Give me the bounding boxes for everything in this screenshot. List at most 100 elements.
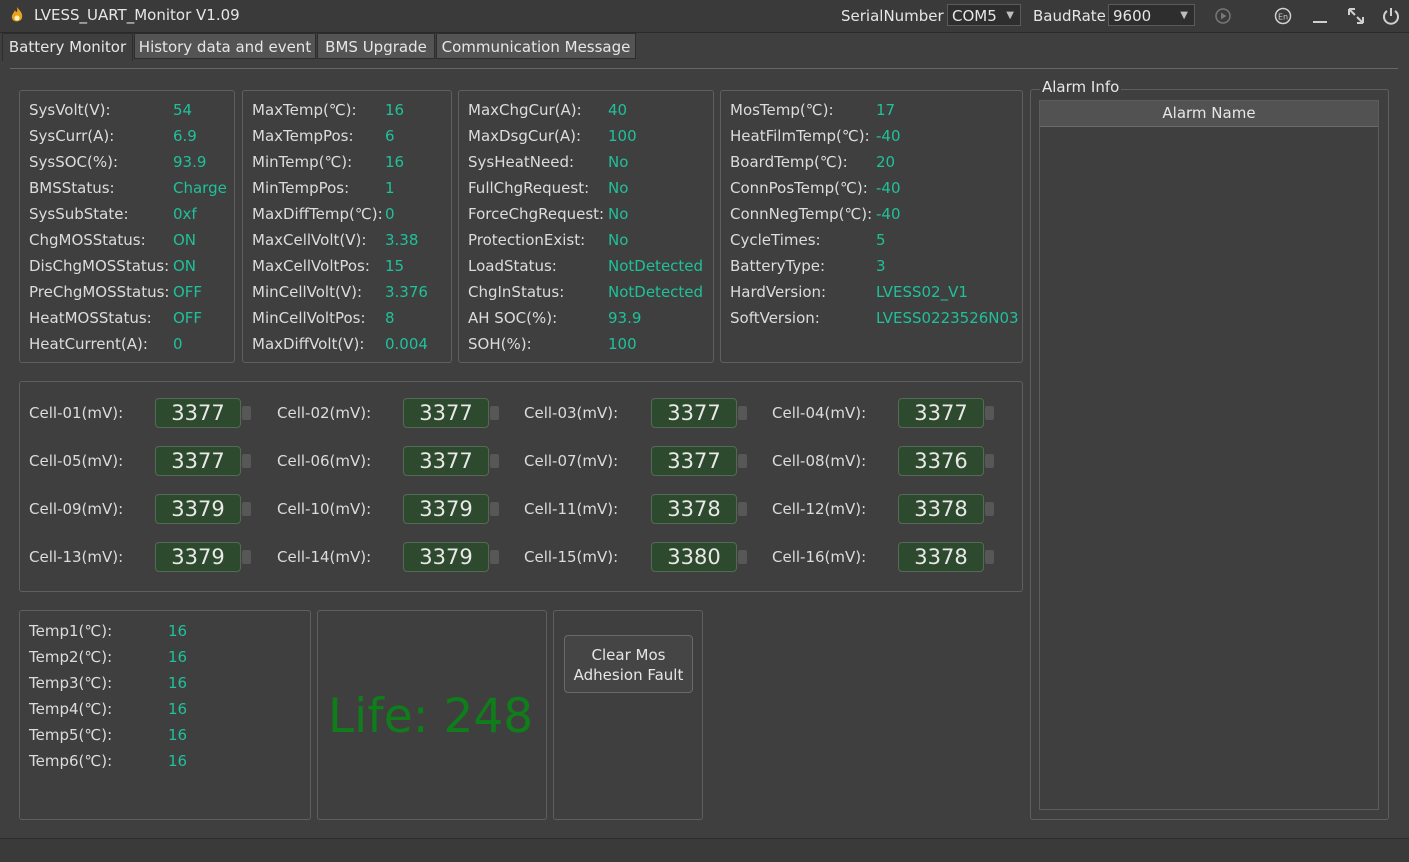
battery-terminal-icon [490, 406, 499, 420]
status-bar [0, 838, 1409, 862]
temp-sensor-panel: Temp1(℃): 16 Temp2(℃): 16 Temp3(℃): 16 Temp… [19, 610, 311, 820]
extremes-row: MaxDiffVolt(V): 0.004 [252, 335, 428, 353]
extremes-row: MaxDiffTemp(℃): 0 [252, 205, 395, 223]
tab-battery-monitor[interactable]: Battery Monitor [2, 33, 133, 61]
clear-button-line1: Clear Mos [591, 646, 666, 664]
charge-row: SysHeatNeed: No [468, 153, 629, 171]
sys-row: HeatCurrent(A): 0 [29, 335, 183, 353]
alarm-info-title: Alarm Info [1040, 78, 1122, 96]
extremes-row: MinCellVolt(V): 3.376 [252, 283, 428, 301]
battery-terminal-icon [985, 406, 994, 420]
temp-sensor-row: Temp3(℃): 16 [29, 674, 188, 692]
extremes-row: MinCellVoltPos: 8 [252, 309, 395, 327]
charge-row: ChgInStatus: NotDetected [468, 283, 704, 301]
sys-row: SysSOC(%): 93.9 [29, 153, 207, 171]
board-row: HardVersion: LVESS02_V1 [730, 283, 968, 301]
extremes-row: MinTempPos: 1 [252, 179, 395, 197]
charge-panel: MaxChgCur(A): 40 MaxDsgCur(A): 100 SysHeat… [458, 90, 714, 363]
chevron-down-icon: ▼ [1006, 10, 1014, 21]
cell-label: Cell-01(mV): [29, 404, 124, 422]
divider [10, 68, 1398, 69]
charge-row: ProtectionExist: No [468, 231, 629, 249]
system-status-panel: SysVolt(V): 54 SysCurr(A): 6.9 SysSOC(%): 9… [19, 90, 235, 363]
sys-row: ChgMOSStatus: ON [29, 231, 197, 249]
cell-voltage-display: 3377 [155, 398, 241, 428]
extremes-panel: MaxTemp(℃): 16 MaxTempPos: 6 MinTemp(℃): 16… [242, 90, 452, 363]
charge-row: FullChgRequest: No [468, 179, 629, 197]
cell-label: Cell-03(mV): [524, 404, 619, 422]
clear-mos-adhesion-fault-button[interactable]: Clear Mos Adhesion Fault [564, 635, 693, 693]
board-row: BoardTemp(℃): 20 [730, 153, 896, 171]
board-row: ConnNegTemp(℃): -40 [730, 205, 901, 223]
battery-terminal-icon [985, 502, 994, 516]
sys-row: SysSubState: 0xf [29, 205, 197, 223]
alarm-table[interactable]: Alarm Name [1039, 100, 1379, 810]
cell-label: Cell-14(mV): [277, 548, 372, 566]
cell-label: Cell-10(mV): [277, 500, 372, 518]
life-counter: Life: 248 [328, 689, 534, 744]
temp-sensor-row: Temp5(℃): 16 [29, 726, 188, 744]
tab-history-data[interactable]: History data and event [134, 33, 316, 59]
sys-row: SysCurr(A): 6.9 [29, 127, 197, 145]
battery-terminal-icon [242, 454, 251, 468]
cell-label: Cell-04(mV): [772, 404, 867, 422]
extremes-row: MaxCellVoltPos: 15 [252, 257, 405, 275]
battery-terminal-icon [490, 454, 499, 468]
maximize-icon[interactable] [1346, 6, 1366, 26]
serial-port-value: COM5 [952, 7, 997, 25]
battery-terminal-icon [490, 550, 499, 564]
cell-voltage-display: 3379 [155, 494, 241, 524]
cell-voltage-display: 3377 [898, 398, 984, 428]
cell-voltage-display: 3378 [898, 494, 984, 524]
title-bar: LVESS_UART_Monitor V1.09 SerialNumber CO… [0, 0, 1409, 33]
svg-text:En: En [1278, 13, 1288, 22]
extremes-row: MaxTempPos: 6 [252, 127, 395, 145]
board-row: SoftVersion: LVESS0223526N03 [730, 309, 1019, 327]
actions-panel: Clear Mos Adhesion Fault [553, 610, 703, 820]
cell-label: Cell-16(mV): [772, 548, 867, 566]
sys-row: SysVolt(V): 54 [29, 101, 193, 119]
battery-terminal-icon [738, 502, 747, 516]
baud-rate-value: 9600 [1113, 7, 1152, 25]
cell-label: Cell-12(mV): [772, 500, 867, 518]
charge-row: ForceChgRequest: No [468, 205, 629, 223]
board-row: HeatFilmTemp(℃): -40 [730, 127, 901, 145]
play-icon[interactable] [1213, 6, 1233, 26]
cell-voltage-display: 3376 [898, 446, 984, 476]
board-row: BatteryType: 3 [730, 257, 886, 275]
tab-communication-message[interactable]: Communication Message [436, 33, 636, 59]
battery-terminal-icon [242, 406, 251, 420]
app-title: LVESS_UART_Monitor V1.09 [34, 6, 240, 24]
alarm-name-column-header[interactable]: Alarm Name [1040, 101, 1378, 127]
board-row: CycleTimes: 5 [730, 231, 886, 249]
sys-row: DisChgMOSStatus: ON [29, 257, 197, 275]
sys-row: BMSStatus: Charge [29, 179, 227, 197]
life-panel: Life: 248 [317, 610, 547, 820]
chevron-down-icon: ▼ [1180, 10, 1188, 21]
battery-terminal-icon [738, 550, 747, 564]
battery-terminal-icon [985, 550, 994, 564]
baud-rate-select[interactable]: 9600 ▼ [1108, 4, 1195, 26]
cell-voltage-display: 3378 [898, 542, 984, 572]
temp-sensor-row: Temp2(℃): 16 [29, 648, 188, 666]
cell-voltage-display: 3377 [651, 398, 737, 428]
serial-port-select[interactable]: COM5 ▼ [947, 4, 1021, 26]
cell-voltage-display: 3377 [651, 446, 737, 476]
tab-bar: Battery Monitor History data and event B… [0, 33, 1409, 61]
cell-voltage-display: 3379 [155, 542, 241, 572]
cell-voltage-display: 3378 [651, 494, 737, 524]
battery-terminal-icon [738, 406, 747, 420]
temp-sensor-row: Temp6(℃): 16 [29, 752, 188, 770]
cell-voltage-display: 3380 [651, 542, 737, 572]
power-icon[interactable] [1381, 6, 1401, 26]
tab-bms-upgrade[interactable]: BMS Upgrade [317, 33, 435, 59]
cell-label: Cell-08(mV): [772, 452, 867, 470]
sys-row: PreChgMOSStatus: OFF [29, 283, 203, 301]
language-en-icon[interactable]: En [1273, 6, 1293, 26]
cell-voltage-display: 3377 [403, 446, 489, 476]
cell-label: Cell-07(mV): [524, 452, 619, 470]
charge-row: LoadStatus: NotDetected [468, 257, 704, 275]
extremes-row: MaxTemp(℃): 16 [252, 101, 405, 119]
battery-terminal-icon [738, 454, 747, 468]
minimize-icon[interactable] [1310, 6, 1330, 26]
